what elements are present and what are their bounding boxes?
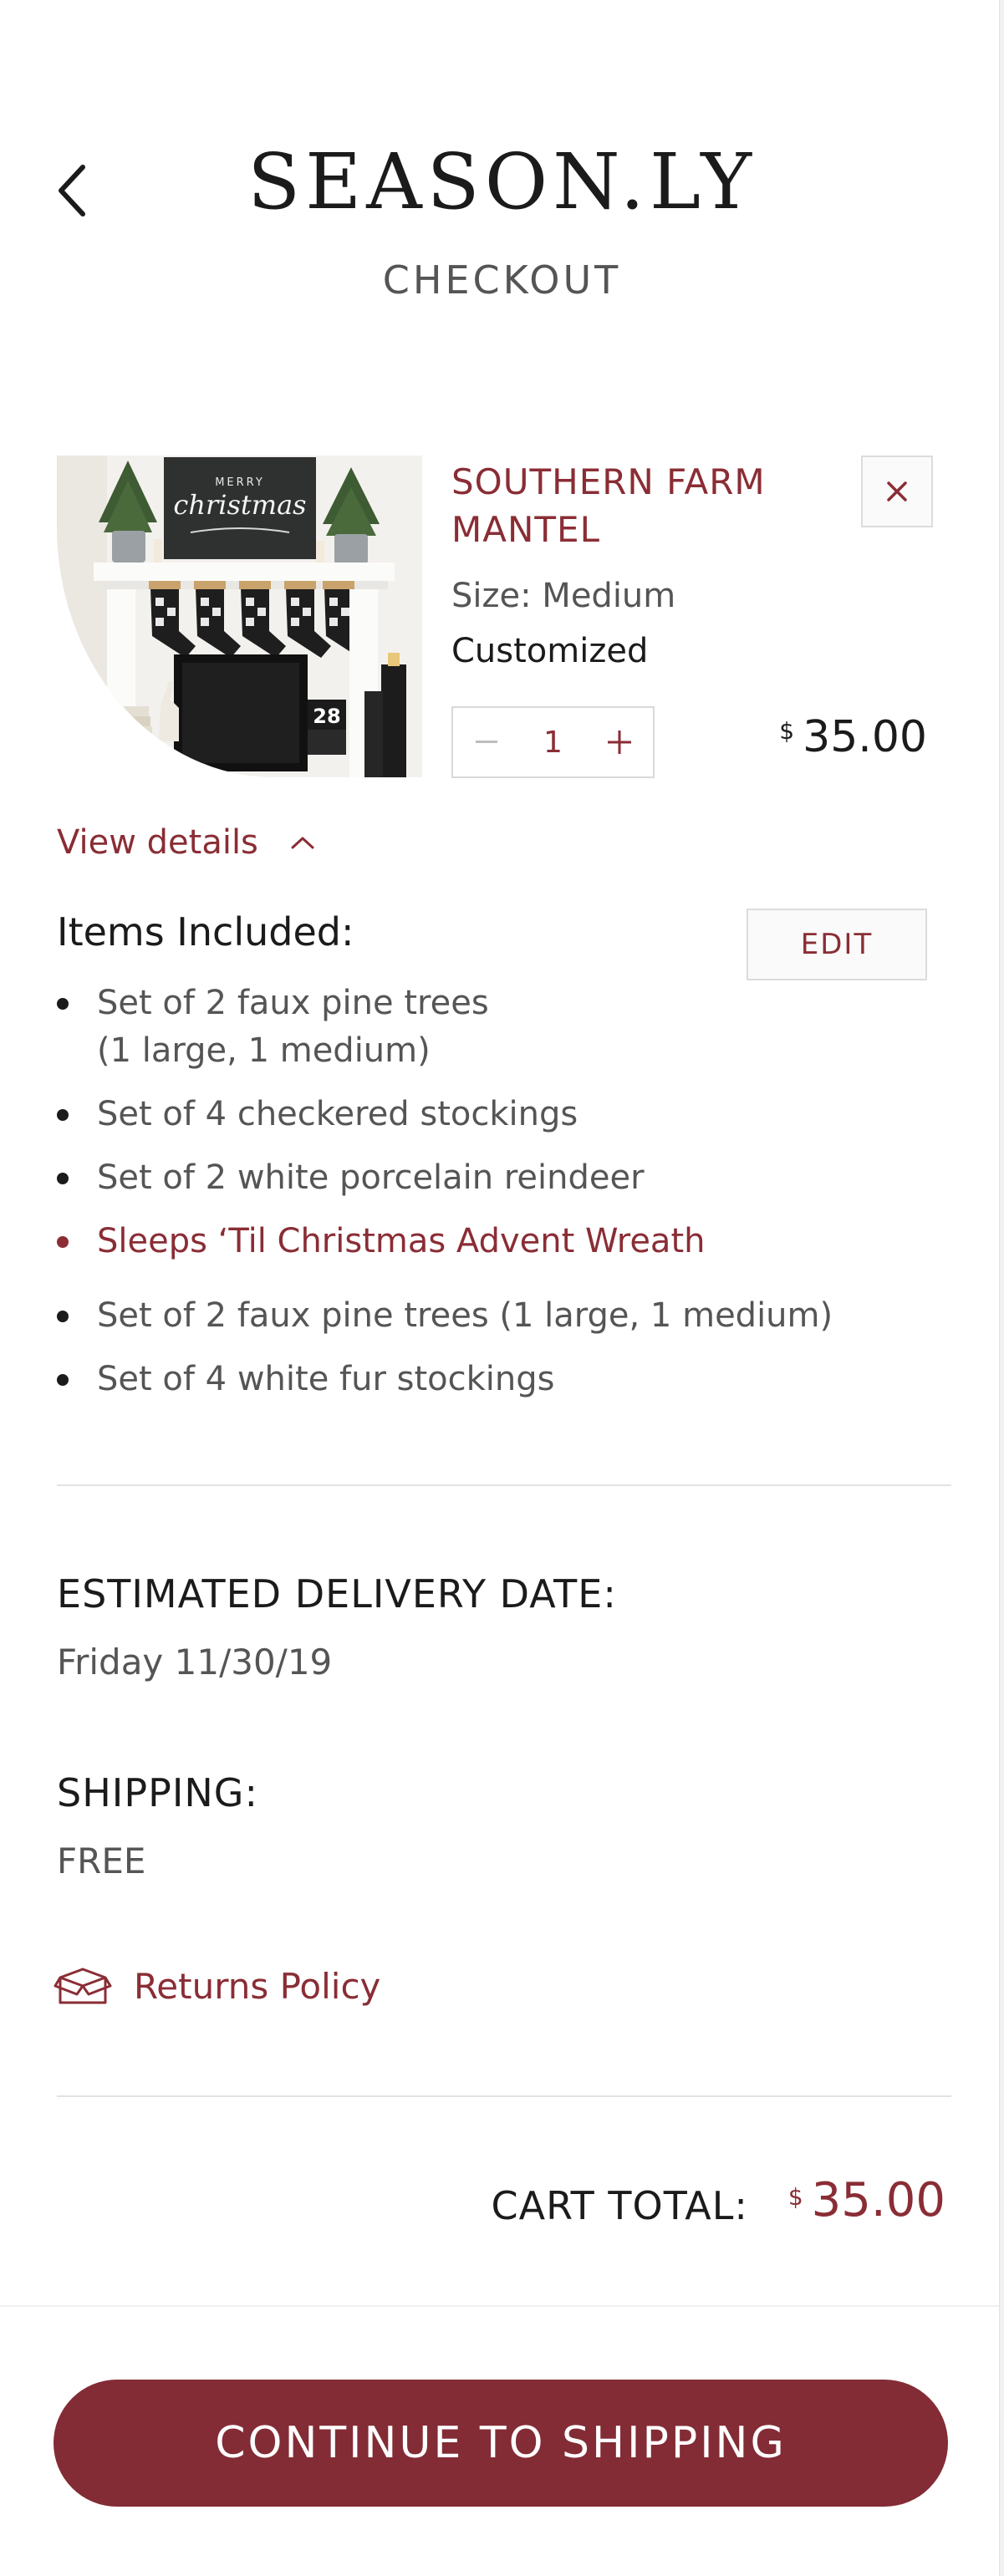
edit-items-button[interactable]: EDIT — [747, 909, 927, 980]
calendar-number: 28 — [313, 705, 340, 728]
decrease-quantity-button[interactable] — [453, 708, 520, 776]
continue-to-shipping-button[interactable]: CONTINUE TO SHIPPING — [54, 2380, 948, 2507]
footer-divider — [0, 2305, 999, 2307]
view-details-toggle[interactable]: View details — [57, 823, 315, 862]
product-image: MERRY christmas 28 — [57, 456, 422, 777]
brand-logo: SEASON.LY — [247, 137, 757, 227]
product-title[interactable]: SOUTHERN FARM MANTEL — [451, 458, 819, 553]
product-price: $ 35.00 — [779, 712, 927, 762]
increase-quantity-button[interactable] — [586, 708, 653, 776]
minus-icon — [476, 741, 497, 743]
chalkboard-top-text: MERRY — [215, 476, 265, 489]
chevron-up-icon — [291, 837, 314, 849]
divider — [57, 2095, 951, 2097]
cart-total-label: CART TOTAL: — [491, 2183, 748, 2228]
delivery-date-value: Friday 11/30/19 — [57, 1642, 333, 1683]
list-item: Set of 2 white porcelain reindeer — [57, 1154, 943, 1202]
divider — [57, 1484, 951, 1486]
delivery-date-label: ESTIMATED DELIVERY DATE: — [57, 1571, 617, 1616]
shipping-label: SHIPPING: — [57, 1770, 258, 1815]
list-item: Set of 2 faux pine trees (1 large, 1 med… — [57, 980, 943, 1075]
plus-icon — [608, 731, 631, 754]
list-item: Set of 2 faux pine trees (1 large, 1 med… — [57, 1292, 943, 1340]
list-item-highlighted[interactable]: Sleeps ‘Til Christmas Advent Wreath — [57, 1218, 943, 1265]
items-included-list: Set of 2 faux pine trees (1 large, 1 med… — [57, 980, 943, 1419]
close-icon — [887, 481, 907, 501]
list-item: Set of 4 checkered stockings — [57, 1091, 943, 1138]
returns-policy-label: Returns Policy — [134, 1965, 381, 2007]
product-customized: Customized — [451, 632, 649, 670]
mantel-illustration: MERRY christmas 28 — [57, 456, 422, 777]
price-amount: 35.00 — [803, 712, 927, 762]
returns-policy-link[interactable]: Returns Policy — [54, 1964, 380, 2008]
open-box-icon — [54, 1968, 112, 2004]
price-currency: $ — [779, 717, 795, 745]
chalkboard-script-text: christmas — [173, 489, 306, 521]
checkout-page: SEASON.LY CHECKOUT MERRY christmas 28 SO… — [0, 0, 1004, 2576]
remove-item-button[interactable] — [861, 456, 933, 527]
view-details-label: View details — [57, 823, 258, 862]
cart-total-value: 35.00 — [811, 2173, 945, 2227]
cart-total-currency: $ — [787, 2183, 803, 2211]
scrollbar-track — [999, 0, 1004, 2576]
shipping-value: FREE — [57, 1840, 146, 1881]
cart-total: CART TOTAL: $ 35.00 — [491, 2173, 945, 2228]
product-size: Size: Medium — [451, 577, 676, 615]
quantity-stepper: 1 — [451, 706, 655, 778]
quantity-value[interactable]: 1 — [520, 725, 586, 760]
page-title: CHECKOUT — [382, 257, 622, 303]
items-included-heading: Items Included: — [57, 909, 354, 955]
list-item: Set of 4 white fur stockings — [57, 1356, 943, 1403]
